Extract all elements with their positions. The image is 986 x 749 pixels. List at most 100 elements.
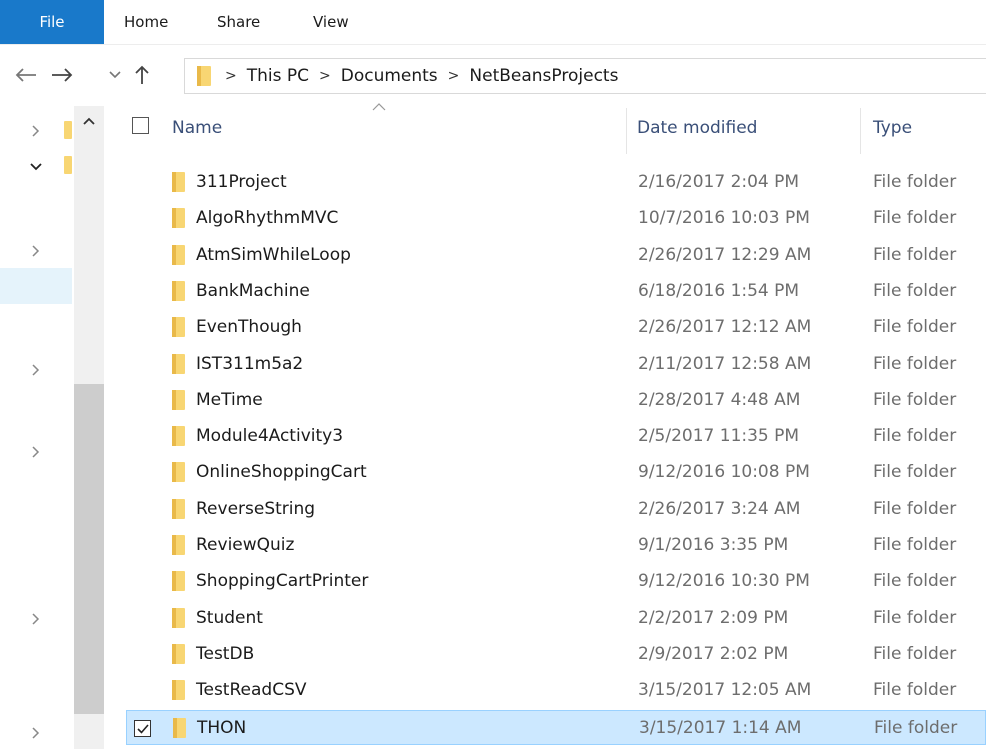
file-date-modified: 9/12/2016 10:08 PM (638, 462, 810, 482)
file-date-modified: 9/1/2016 3:35 PM (638, 535, 789, 555)
file-date-modified: 6/18/2016 1:54 PM (638, 281, 800, 301)
file-type: File folder (873, 172, 957, 192)
file-type: File folder (873, 680, 957, 700)
folder-icon (172, 426, 185, 446)
folder-icon (172, 680, 185, 700)
expand-chevron-icon[interactable] (28, 444, 44, 460)
file-date-modified: 2/26/2017 3:24 AM (638, 499, 801, 519)
file-type: File folder (873, 644, 957, 664)
sort-ascending-icon (372, 103, 386, 111)
breadcrumb-documents[interactable]: Documents (341, 66, 438, 86)
nav-scrollbar-thumb[interactable] (74, 384, 104, 714)
folder-icon (172, 245, 185, 265)
file-type: File folder (873, 208, 957, 228)
file-row[interactable]: 311Project 2/16/2017 2:04 PM File folder (126, 165, 986, 200)
file-row[interactable]: ShoppingCartPrinter 9/12/2016 10:30 PM Fil… (126, 564, 986, 599)
up-button[interactable] (130, 61, 154, 89)
file-type: File folder (873, 317, 957, 337)
file-date-modified: 2/11/2017 12:58 AM (638, 354, 812, 374)
file-name: AlgoRhythmMVC (196, 208, 339, 228)
file-row[interactable]: IST311m5a2 2/11/2017 12:58 AM File folder (126, 347, 986, 382)
expand-chevron-icon[interactable] (28, 725, 44, 741)
folder-icon (173, 718, 186, 738)
file-date-modified: 10/7/2016 10:03 PM (638, 208, 810, 228)
file-type: File folder (873, 390, 957, 410)
column-header-date-modified[interactable]: Date modified (637, 118, 757, 138)
tab-home[interactable]: Home (124, 0, 168, 44)
folder-icon (64, 156, 72, 174)
file-name: THON (197, 718, 247, 738)
column-header-name[interactable]: Name (172, 118, 222, 138)
file-row[interactable]: BankMachine 6/18/2016 1:54 PM File folder (126, 274, 986, 309)
file-row[interactable]: AlgoRhythmMVC 10/7/2016 10:03 PM File fold… (126, 201, 986, 236)
file-type: File folder (873, 571, 957, 591)
folder-icon (197, 66, 211, 86)
folder-icon (172, 571, 185, 591)
scroll-up-button[interactable] (74, 106, 104, 136)
file-row[interactable]: ReverseString 2/26/2017 3:24 AM File folde… (126, 492, 986, 527)
tab-share[interactable]: Share (217, 0, 260, 44)
file-name: Module4Activity3 (196, 426, 344, 446)
file-date-modified: 3/15/2017 12:05 AM (638, 680, 812, 700)
file-type: File folder (873, 281, 957, 301)
file-type: File folder (873, 499, 957, 519)
expand-chevron-icon[interactable] (28, 243, 44, 259)
file-row[interactable]: AtmSimWhileLoop 2/26/2017 12:29 AM File fo… (126, 238, 986, 273)
breadcrumb-netbeansprojects[interactable]: NetBeansProjects (469, 66, 618, 86)
breadcrumb-this-pc[interactable]: This PC (247, 66, 309, 86)
select-all-checkbox[interactable] (132, 117, 149, 134)
file-row[interactable]: THON 3/15/2017 1:14 AM File folder (126, 710, 986, 745)
file-row[interactable]: Student 2/2/2017 2:09 PM File folder (126, 601, 986, 636)
file-row[interactable]: Module4Activity3 2/5/2017 11:35 PM File fo… (126, 419, 986, 454)
file-row[interactable]: ReviewQuiz 9/1/2016 3:35 PM File folder (126, 528, 986, 563)
file-type: File folder (873, 426, 957, 446)
folder-icon (172, 390, 185, 410)
forward-button[interactable] (48, 61, 76, 89)
file-name: AtmSimWhileLoop (196, 245, 351, 265)
collapse-chevron-icon[interactable] (28, 159, 44, 175)
folder-icon (172, 644, 185, 664)
file-date-modified: 2/16/2017 2:04 PM (638, 172, 800, 192)
file-name: ShoppingCartPrinter (196, 571, 369, 591)
address-toolbar: > This PC > Documents > NetBeansProjects (0, 44, 986, 106)
folder-icon (172, 535, 185, 555)
column-divider[interactable] (860, 108, 861, 154)
file-name: EvenThough (196, 317, 302, 337)
expand-chevron-icon[interactable] (28, 123, 44, 139)
file-type: File folder (874, 718, 958, 738)
row-checkbox[interactable] (134, 720, 151, 737)
file-date-modified: 2/2/2017 2:09 PM (638, 608, 789, 628)
file-name: OnlineShoppingCart (196, 462, 367, 482)
arrow-up-icon (135, 65, 149, 84)
file-tab[interactable]: File (0, 0, 104, 44)
folder-icon (172, 208, 185, 228)
file-type: File folder (873, 462, 957, 482)
arrow-right-icon (52, 68, 73, 82)
file-row[interactable]: MeTime 2/28/2017 4:48 AM File folder (126, 383, 986, 418)
file-name: 311Project (196, 172, 287, 192)
breadcrumb-separator: > (225, 68, 237, 84)
file-row[interactable]: OnlineShoppingCart 9/12/2016 10:08 PM File… (126, 455, 986, 490)
column-header-type[interactable]: Type (873, 118, 912, 138)
nav-selected-item[interactable] (0, 268, 72, 304)
folder-icon (172, 354, 185, 374)
folder-icon (172, 462, 185, 482)
file-name: MeTime (196, 390, 263, 410)
file-type: File folder (873, 608, 957, 628)
column-header-row: Name Date modified Type (110, 103, 986, 156)
tab-view[interactable]: View (313, 0, 349, 44)
file-type: File folder (873, 245, 957, 265)
file-row[interactable]: EvenThough 2/26/2017 12:12 AM File folder (126, 310, 986, 345)
back-button[interactable] (12, 61, 40, 89)
file-row[interactable]: TestDB 2/9/2017 2:02 PM File folder (126, 637, 986, 672)
checkmark-icon (136, 723, 149, 734)
column-divider[interactable] (626, 108, 627, 154)
expand-chevron-icon[interactable] (28, 611, 44, 627)
expand-chevron-icon[interactable] (28, 362, 44, 378)
address-bar[interactable]: > This PC > Documents > NetBeansProjects (184, 58, 986, 94)
file-date-modified: 2/9/2017 2:02 PM (638, 644, 789, 664)
breadcrumb-separator: > (447, 68, 460, 84)
file-row[interactable]: TestReadCSV 3/15/2017 12:05 AM File folder (126, 673, 986, 708)
recent-locations-button[interactable] (105, 61, 125, 89)
file-name: ReverseString (196, 499, 316, 519)
